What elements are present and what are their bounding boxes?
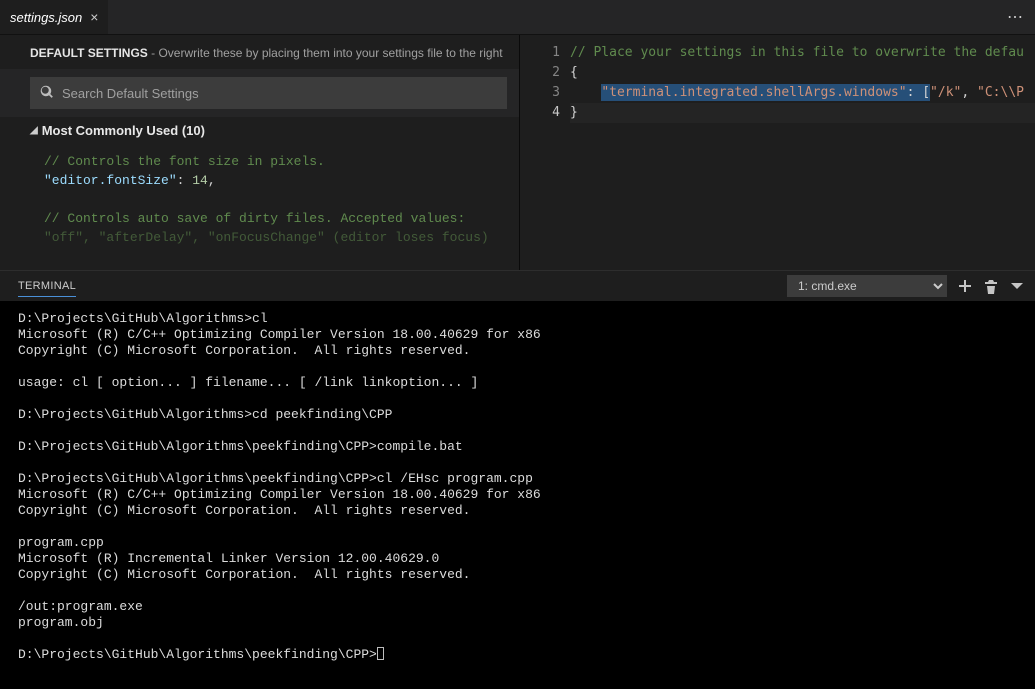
tab-overflow-button[interactable]: ⋯ bbox=[1007, 0, 1035, 34]
default-settings-heading: DEFAULT SETTINGS bbox=[30, 46, 148, 60]
default-settings-hint: DEFAULT SETTINGS - Overwrite these by pl… bbox=[0, 35, 519, 69]
default-settings-code[interactable]: // Controls the font size in pixels. "ed… bbox=[0, 142, 519, 270]
default-settings-panel: DEFAULT SETTINGS - Overwrite these by pl… bbox=[0, 35, 520, 270]
search-wrap bbox=[0, 69, 519, 117]
default-settings-subtext: - Overwrite these by placing them into y… bbox=[148, 46, 503, 60]
close-icon[interactable]: × bbox=[90, 10, 98, 24]
code-punct: , bbox=[208, 173, 216, 188]
code-comment: // Controls auto save of dirty files. Ac… bbox=[44, 211, 465, 226]
code-string: "C:\\P bbox=[977, 85, 1024, 100]
section-title: Most Commonly Used (10) bbox=[42, 123, 205, 138]
chevron-down-icon: ◢ bbox=[30, 125, 38, 136]
code-key: "editor.fontSize" bbox=[44, 173, 177, 188]
chevron-down-icon[interactable] bbox=[1009, 278, 1025, 294]
code-key: "terminal.integrated.shellArgs.windows" bbox=[601, 85, 906, 100]
code-indent bbox=[570, 85, 601, 100]
code-punct: , bbox=[961, 85, 977, 100]
code-string: "/k" bbox=[930, 85, 961, 100]
user-settings-editor[interactable]: 1 2 3 4 // Place your settings in this f… bbox=[520, 35, 1035, 270]
code-number: 14 bbox=[192, 173, 208, 188]
code-comment: // Controls the font size in pixels. bbox=[44, 154, 325, 169]
tab-title: settings.json bbox=[10, 10, 82, 25]
search-box[interactable] bbox=[30, 77, 507, 109]
terminal-tab[interactable]: TERMINAL bbox=[18, 276, 76, 297]
section-most-commonly-used[interactable]: ◢ Most Commonly Used (10) bbox=[0, 117, 519, 142]
code-brace: { bbox=[570, 65, 578, 80]
terminal-output: D:\Projects\GitHub\Algorithms>cl Microso… bbox=[18, 311, 541, 662]
terminal-header: TERMINAL 1: cmd.exe bbox=[0, 271, 1035, 301]
terminal-panel: TERMINAL 1: cmd.exe D:\Projects\GitHub\A… bbox=[0, 270, 1035, 689]
gutter-line: 3 bbox=[520, 83, 560, 103]
terminal-body[interactable]: D:\Projects\GitHub\Algorithms>cl Microso… bbox=[0, 301, 1035, 689]
code-brace: } bbox=[570, 105, 578, 120]
gutter-line: 2 bbox=[520, 63, 560, 83]
gutter-line: 4 bbox=[520, 103, 560, 123]
tab-settings-json[interactable]: settings.json × bbox=[0, 0, 109, 34]
tab-bar: settings.json × ⋯ bbox=[0, 0, 1035, 35]
code-comment: // Place your settings in this file to o… bbox=[570, 45, 1024, 60]
search-input[interactable] bbox=[62, 86, 497, 101]
editor-content[interactable]: // Place your settings in this file to o… bbox=[570, 35, 1035, 270]
line-gutter: 1 2 3 4 bbox=[520, 35, 570, 270]
terminal-cursor bbox=[377, 647, 384, 660]
search-icon bbox=[40, 85, 54, 102]
code-punct: : [ bbox=[907, 85, 930, 100]
gutter-line: 1 bbox=[520, 43, 560, 63]
new-terminal-icon[interactable] bbox=[957, 278, 973, 294]
editor-split: DEFAULT SETTINGS - Overwrite these by pl… bbox=[0, 35, 1035, 270]
terminal-actions: 1: cmd.exe bbox=[787, 275, 1025, 297]
kill-terminal-icon[interactable] bbox=[983, 278, 999, 294]
code-punct: : bbox=[177, 173, 193, 188]
terminal-select[interactable]: 1: cmd.exe bbox=[787, 275, 947, 297]
code-comment: "off", "afterDelay", "onFocusChange" (ed… bbox=[44, 230, 489, 245]
